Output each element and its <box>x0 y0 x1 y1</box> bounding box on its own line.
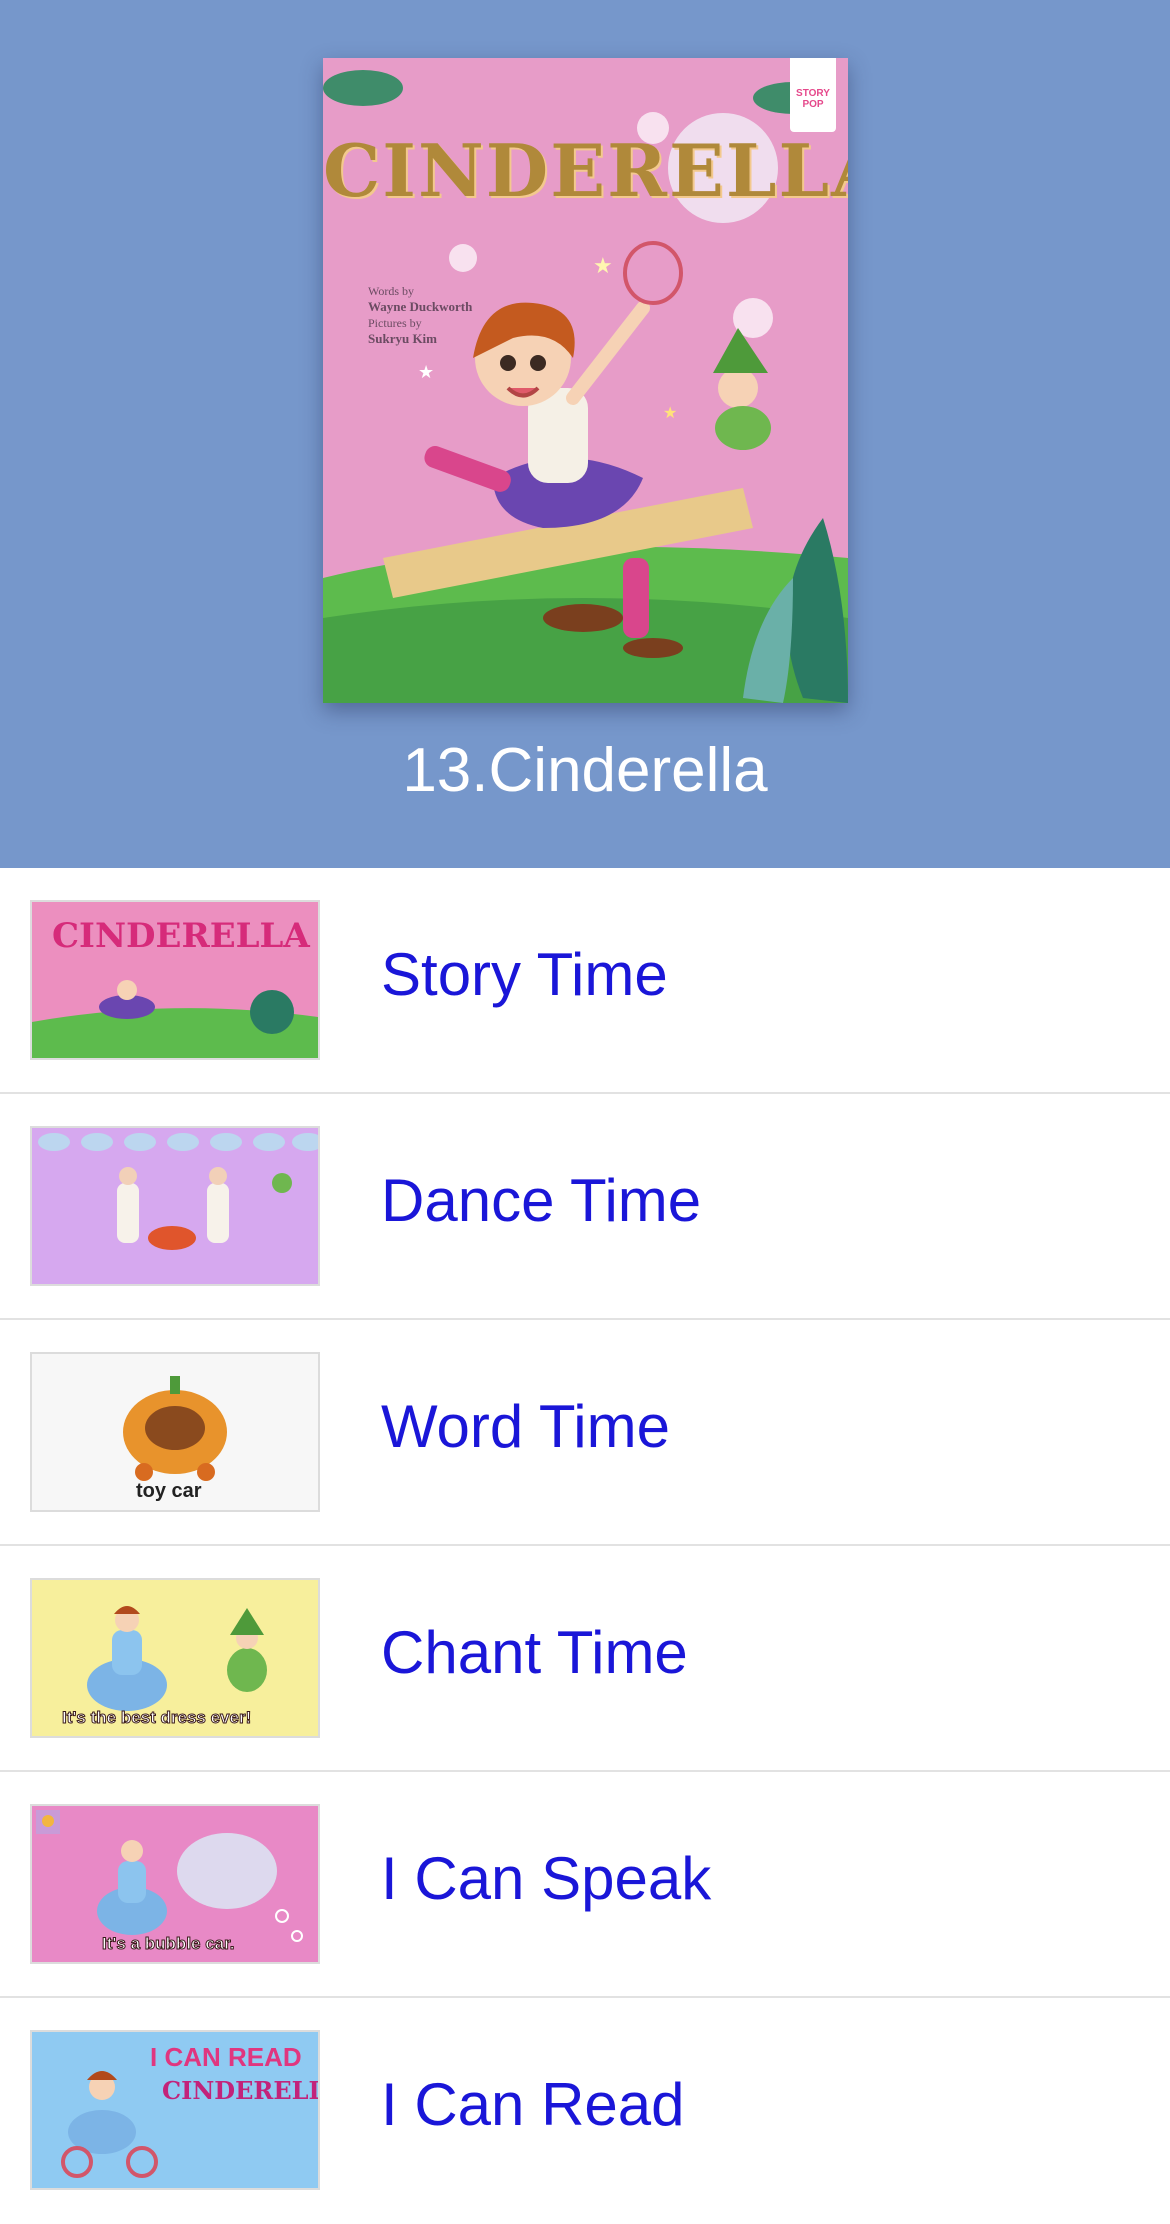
activity-list: CINDERELLA Story Time Dance Time toy car… <box>0 868 1170 2224</box>
logo-line-1: STORY <box>796 88 830 99</box>
cover-title-text: CINDERELLA <box>323 128 848 213</box>
dance-thumb-art <box>38 1133 318 1250</box>
svg-text:★: ★ <box>418 362 434 383</box>
svg-text:★: ★ <box>663 403 677 422</box>
menu-item-dance-time[interactable]: Dance Time <box>0 1094 1170 1320</box>
menu-item-i-can-read[interactable]: I CAN READ CINDERELLA I Can Read <box>0 1998 1170 2224</box>
menu-item-story-time[interactable]: CINDERELLA Story Time <box>0 868 1170 1094</box>
menu-item-chant-time[interactable]: It's the best dress ever! Chant Time <box>0 1546 1170 1772</box>
author-name: Wayne Duckworth <box>368 299 473 314</box>
i-can-speak-label: I Can Speak <box>381 1845 712 1912</box>
chant-thumb-caption: It's the best dress ever! <box>61 1708 252 1728</box>
word-time-thumbnail: toy car <box>30 1352 320 1512</box>
read-thumb-title-1: I CAN READ <box>150 2042 302 2072</box>
words-by-label: Words by <box>368 284 415 298</box>
illustrator-name: Sukryu Kim <box>368 331 437 346</box>
i-can-speak-thumbnail: It's a bubble car. <box>30 1804 320 1964</box>
book-title: 13.Cinderella <box>402 736 768 805</box>
book-cover-image: ★ ★ ★ CINDERELLA Words by Wayne Duckwort… <box>323 58 848 703</box>
chant-time-label: Chant Time <box>381 1619 688 1686</box>
menu-item-i-can-speak[interactable]: It's a bubble car. I Can Speak <box>0 1772 1170 1998</box>
pictures-by-label: Pictures by <box>368 316 422 330</box>
dance-time-thumbnail <box>30 1126 320 1286</box>
story-thumb-title: CINDERELLA <box>52 916 310 956</box>
book-header: ★ ★ ★ CINDERELLA Words by Wayne Duckwort… <box>0 0 1170 868</box>
word-time-label: Word Time <box>381 1393 670 1460</box>
logo-line-2: POP <box>802 99 824 110</box>
dance-time-label: Dance Time <box>381 1167 702 1234</box>
read-thumb-title-2: CINDERELLA <box>162 2076 318 2105</box>
story-time-thumbnail: CINDERELLA <box>30 900 320 1060</box>
storypop-logo: STORY POP <box>790 58 836 132</box>
i-can-read-label: I Can Read <box>381 2071 685 2138</box>
i-can-read-thumbnail: I CAN READ CINDERELLA <box>30 2030 320 2190</box>
cover-credits: Words by Wayne Duckworth Pictures by Suk… <box>368 283 472 347</box>
story-time-label: Story Time <box>381 941 668 1008</box>
menu-item-word-time[interactable]: toy car Word Time <box>0 1320 1170 1546</box>
chant-time-thumbnail: It's the best dress ever! <box>30 1578 320 1738</box>
speak-thumb-caption: It's a bubble car. <box>102 1934 236 1954</box>
svg-text:★: ★ <box>593 254 613 279</box>
word-thumb-caption: toy car <box>136 1480 202 1502</box>
